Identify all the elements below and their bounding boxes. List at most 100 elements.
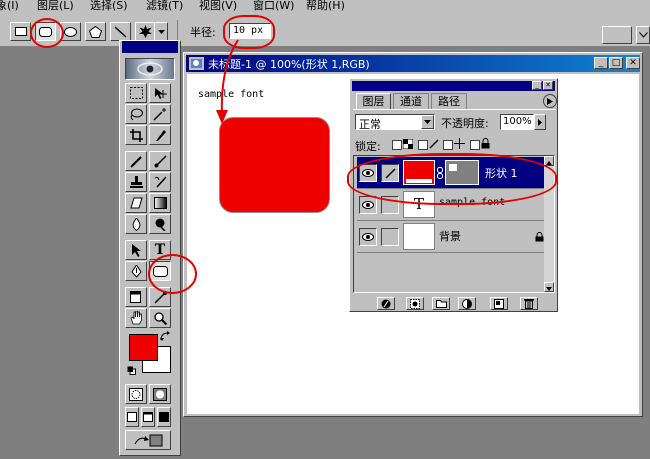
dodge-icon <box>155 218 166 231</box>
layers-scrollbar[interactable] <box>544 156 554 292</box>
scroll-up-button[interactable] <box>544 156 554 166</box>
full-screen-mode-button[interactable] <box>157 407 171 427</box>
layer-style-button[interactable] <box>377 297 395 310</box>
layer-vector-mask-thumbnail[interactable] <box>445 160 479 185</box>
healing-brush-tool[interactable] <box>125 151 147 171</box>
pen-tool[interactable] <box>125 261 147 281</box>
layer-visibility-toggle[interactable] <box>359 228 377 246</box>
shape-options-dropdown[interactable] <box>154 22 168 41</box>
crop-tool[interactable] <box>125 125 147 145</box>
swap-colors-icon[interactable] <box>160 331 171 342</box>
menu-select[interactable]: 选择(S) <box>90 0 128 12</box>
rounded-rectangle-tool[interactable] <box>149 261 171 281</box>
radius-input[interactable]: 10 px <box>229 23 271 39</box>
layer-fill-thumbnail[interactable] <box>403 160 435 185</box>
lock-image-checkbox[interactable] <box>418 140 428 150</box>
menu-image[interactable]: 象(I) <box>0 0 19 12</box>
new-group-button[interactable] <box>432 297 450 310</box>
jump-to-imageready-button[interactable] <box>125 430 171 450</box>
custom-shape-button[interactable] <box>135 22 156 41</box>
menu-window[interactable]: 窗口(W) <box>253 0 294 12</box>
option-button-right[interactable] <box>602 26 632 44</box>
lock-all-checkbox[interactable] <box>470 140 480 150</box>
polygon-shape-button[interactable] <box>85 22 106 41</box>
opacity-slider-button[interactable] <box>534 114 546 130</box>
minimize-button[interactable]: _ <box>594 57 608 69</box>
layer-row-sample-font[interactable]: T sample font <box>357 189 550 221</box>
layer-link-toggle[interactable] <box>381 164 399 182</box>
layer-link-toggle[interactable] <box>381 196 399 214</box>
delete-layer-button[interactable] <box>520 297 538 310</box>
eyedropper-icon <box>153 290 167 304</box>
default-colors-icon[interactable] <box>127 366 136 375</box>
slice-tool[interactable] <box>149 125 171 145</box>
rectangle-shape-button[interactable] <box>10 22 31 41</box>
rounded-rectangle-shape[interactable] <box>219 117 330 213</box>
ellipse-shape-button[interactable] <box>60 22 81 41</box>
brush-tool[interactable] <box>149 151 171 171</box>
marquee-tool[interactable] <box>125 83 147 103</box>
scroll-down-button[interactable] <box>544 282 554 292</box>
tab-paths[interactable]: 路径 <box>431 93 467 109</box>
palette-minimize-button[interactable]: _ <box>532 81 542 90</box>
type-tool[interactable]: T <box>149 240 171 260</box>
tab-channels[interactable]: 通道 <box>393 93 429 109</box>
standard-mode-button[interactable] <box>125 384 147 404</box>
notes-tool[interactable] <box>125 287 147 307</box>
line-shape-button[interactable] <box>110 22 131 41</box>
path-selection-tool[interactable] <box>125 240 147 260</box>
palette-close-button[interactable]: ✕ <box>543 81 553 90</box>
opacity-input[interactable]: 100% <box>500 114 534 130</box>
zoom-tool[interactable] <box>149 308 171 328</box>
add-mask-button[interactable] <box>406 297 424 310</box>
layer-name: sample font <box>439 197 506 208</box>
lock-icon <box>535 232 544 242</box>
tab-layers[interactable]: 图层 <box>356 93 391 109</box>
lock-transparent-checkbox[interactable] <box>392 140 402 150</box>
annotation-arrow-icon <box>216 39 239 124</box>
layer-link-toggle[interactable] <box>381 228 399 246</box>
hand-tool[interactable] <box>125 308 147 328</box>
hand-icon <box>130 311 142 325</box>
clone-stamp-tool[interactable] <box>125 172 147 192</box>
menu-view[interactable]: 视图(V) <box>199 0 237 12</box>
photoshop-eye-logo[interactable] <box>125 58 175 80</box>
background-layer-thumbnail[interactable] <box>403 223 435 250</box>
lasso-tool[interactable] <box>125 104 147 124</box>
menu-layer[interactable]: 图层(L) <box>37 0 74 12</box>
blend-mode-dropdown-button[interactable] <box>421 115 434 129</box>
menu-filter[interactable]: 滤镜(T) <box>146 0 183 12</box>
new-adjustment-layer-button[interactable] <box>458 297 476 310</box>
move-tool[interactable] <box>149 83 171 103</box>
layer-row-shape-1[interactable]: 形状 1 <box>357 157 550 189</box>
close-button[interactable]: ✕ <box>626 57 640 69</box>
history-brush-tool[interactable] <box>149 172 171 192</box>
layer-style-icon <box>381 299 391 308</box>
maximize-button[interactable]: □ <box>609 57 623 69</box>
eyedropper-tool[interactable] <box>149 287 171 307</box>
rectangle-icon <box>14 27 27 36</box>
new-layer-button[interactable] <box>490 297 508 310</box>
style-dropdown[interactable] <box>636 26 650 44</box>
standard-screen-mode-button[interactable] <box>125 407 139 427</box>
eraser-tool[interactable] <box>125 193 147 213</box>
blend-mode-select[interactable]: 正常 <box>355 114 435 131</box>
eraser-icon <box>129 197 143 209</box>
palette-menu-button[interactable] <box>543 94 557 108</box>
quick-mask-mode-button[interactable] <box>149 384 171 404</box>
foreground-color-swatch[interactable] <box>129 334 158 361</box>
text-layer-thumbnail[interactable]: T <box>403 191 435 218</box>
layer-row-background[interactable]: 背景 <box>357 221 550 253</box>
gradient-tool[interactable] <box>149 193 171 213</box>
polygon-icon <box>89 25 102 38</box>
full-screen-menu-mode-button[interactable] <box>141 407 155 427</box>
blur-tool[interactable] <box>125 214 147 234</box>
magic-wand-tool[interactable] <box>149 104 171 124</box>
menu-help[interactable]: 帮助(H) <box>306 0 345 12</box>
rounded-rectangle-shape-button[interactable] <box>35 22 56 41</box>
eye-icon <box>362 169 374 177</box>
layer-visibility-toggle[interactable] <box>359 196 377 214</box>
lock-position-checkbox[interactable] <box>443 140 453 150</box>
layer-visibility-toggle[interactable] <box>359 164 377 182</box>
dodge-tool[interactable] <box>149 214 171 234</box>
